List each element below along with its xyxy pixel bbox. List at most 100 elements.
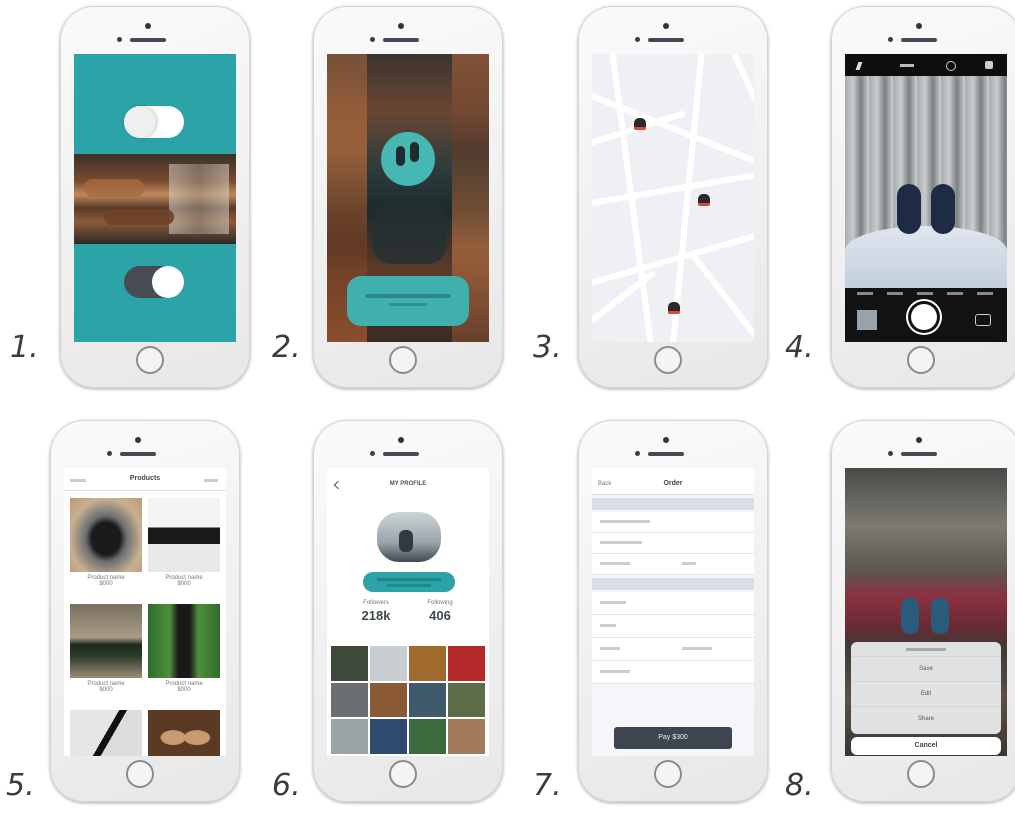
hdr-icon[interactable] <box>900 64 914 67</box>
phone-7: Back Order Pay $300 <box>578 420 768 802</box>
viewfinder <box>845 76 1007 288</box>
home-button[interactable] <box>654 760 682 788</box>
toggle-off[interactable] <box>124 266 184 298</box>
product-card[interactable]: Product name $000 <box>70 498 142 587</box>
form-field[interactable] <box>592 615 754 638</box>
photo-thumb[interactable] <box>331 646 368 681</box>
cancel-button[interactable]: Cancel <box>851 737 1001 755</box>
timer-icon[interactable] <box>946 61 956 71</box>
product-card[interactable]: Product name $000 <box>148 604 220 693</box>
product-price: $000 <box>177 581 191 587</box>
pay-button[interactable]: Pay $300 <box>614 727 732 749</box>
action-sheet-option[interactable]: Edit <box>851 681 1001 706</box>
map-roads <box>592 54 754 342</box>
photo-thumb[interactable] <box>409 719 446 754</box>
shoe-photo <box>931 598 949 634</box>
product-card[interactable] <box>70 710 142 756</box>
sensor-dot <box>635 451 640 456</box>
shoe-right <box>931 184 955 234</box>
products-header: Products <box>64 468 226 491</box>
shoe-marker-icon[interactable] <box>634 118 646 130</box>
form-field[interactable] <box>592 661 754 684</box>
sensor-dot <box>117 37 122 42</box>
photo-thumb[interactable] <box>370 682 407 718</box>
phone-2 <box>313 6 503 388</box>
speaker-grille <box>648 38 684 42</box>
home-button[interactable] <box>654 346 682 374</box>
step-number-1: 1. <box>10 330 39 365</box>
step-number-3: 3. <box>533 330 562 365</box>
photo-thumb[interactable] <box>331 719 368 754</box>
shutter-button[interactable] <box>911 304 937 330</box>
screen-map <box>592 54 754 342</box>
home-button[interactable] <box>389 346 417 374</box>
photo-thumb[interactable] <box>448 682 485 718</box>
gallery-thumbnail[interactable] <box>857 310 877 330</box>
edit-profile-button[interactable] <box>363 572 455 592</box>
photo-thumb[interactable] <box>448 719 485 754</box>
footprints-logo <box>381 132 435 186</box>
photo-thumb[interactable] <box>448 646 485 681</box>
photo-thumb[interactable] <box>409 646 446 681</box>
photo-thumb[interactable] <box>409 682 446 718</box>
screen-order: Back Order Pay $300 <box>592 468 754 756</box>
flash-icon[interactable] <box>855 62 863 70</box>
camera-icon <box>398 23 404 29</box>
switch-camera-icon[interactable] <box>975 314 991 326</box>
welcome-banner <box>347 276 469 326</box>
photo-thumb[interactable] <box>370 719 407 754</box>
form-field[interactable] <box>592 554 754 575</box>
product-image <box>148 498 220 572</box>
photo-grid <box>331 646 485 754</box>
speaker-grille <box>383 452 419 456</box>
form-field[interactable] <box>592 638 754 661</box>
avatar[interactable] <box>377 512 441 562</box>
order-title: Order <box>663 480 683 487</box>
home-button[interactable] <box>907 760 935 788</box>
product-card[interactable] <box>148 710 220 756</box>
step-number-8: 8. <box>785 768 814 803</box>
step-number-6: 6. <box>272 768 301 803</box>
camera-icon <box>145 23 151 29</box>
phone-3 <box>578 6 768 388</box>
phone-6: MY PROFILE Followers 218k Following 406 <box>313 420 503 802</box>
camera-icon <box>663 23 669 29</box>
home-button[interactable] <box>389 760 417 788</box>
home-button[interactable] <box>136 346 164 374</box>
form-field[interactable] <box>592 533 754 554</box>
photo-thumb[interactable] <box>331 682 368 718</box>
speaker-grille <box>901 452 937 456</box>
product-price: $000 <box>177 687 191 693</box>
home-button[interactable] <box>126 760 154 788</box>
form-field[interactable] <box>592 512 754 533</box>
cart-icon[interactable] <box>204 479 218 482</box>
product-image <box>70 498 142 572</box>
product-price: $000 <box>99 581 113 587</box>
step-number-7: 7. <box>533 768 562 803</box>
status-bar <box>592 468 754 476</box>
camera-icon <box>398 437 404 443</box>
product-card[interactable]: Product name $000 <box>70 604 142 693</box>
screen-profile: MY PROFILE Followers 218k Following 406 <box>327 468 489 756</box>
photo-thumb[interactable] <box>370 646 407 681</box>
camera-icon <box>916 23 922 29</box>
following-count: 406 <box>429 608 451 623</box>
filter-icon[interactable] <box>985 61 993 69</box>
action-sheet-option[interactable]: Share <box>851 706 1001 731</box>
toggle-on[interactable] <box>124 106 184 138</box>
product-image <box>148 604 220 678</box>
home-button[interactable] <box>907 346 935 374</box>
section-header <box>592 498 754 510</box>
product-image <box>70 710 142 756</box>
sensor-dot <box>370 37 375 42</box>
product-card[interactable]: Product name $000 <box>148 498 220 587</box>
phone-1 <box>60 6 250 388</box>
shoe-marker-icon[interactable] <box>668 302 680 314</box>
sensor-dot <box>370 451 375 456</box>
camera-icon <box>135 437 141 443</box>
shoe-marker-icon[interactable] <box>698 194 710 206</box>
step-number-5: 5. <box>6 768 35 803</box>
screen-products: Products Product name $000 Product name … <box>64 468 226 756</box>
form-field[interactable] <box>592 592 754 615</box>
action-sheet-option[interactable]: Save <box>851 656 1001 681</box>
